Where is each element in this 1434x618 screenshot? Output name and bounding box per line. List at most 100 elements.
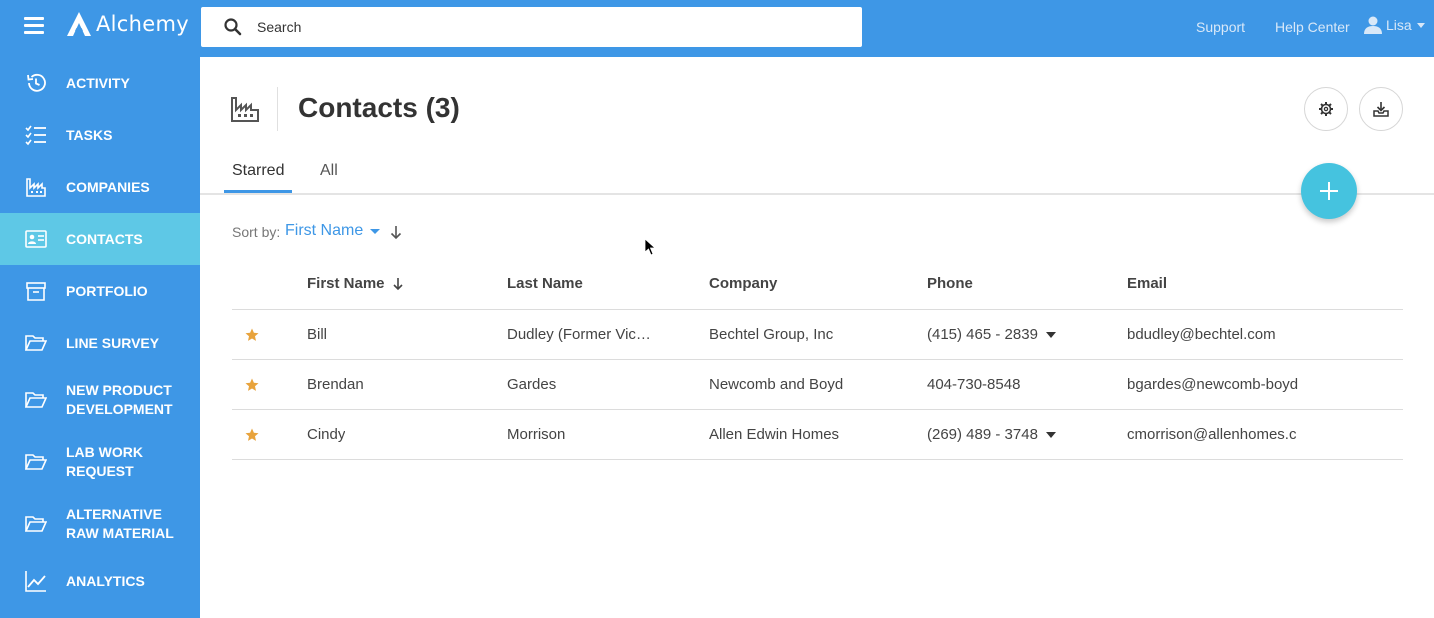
archive-box-icon [26,282,46,301]
factory-icon [26,178,46,197]
cell-email: bdudley@bechtel.com [1127,326,1276,343]
star-icon[interactable] [245,378,259,392]
folder-open-icon [25,335,47,351]
sort-descending-icon [392,277,403,290]
sidebar-item-companies[interactable]: COMPANIES [0,161,200,213]
column-header-label: Phone [927,275,973,292]
search-input[interactable] [257,17,847,37]
tabs-divider [200,193,1434,195]
user-avatar-icon [1364,16,1382,34]
sidebar-item-contacts[interactable]: CONTACTS [0,213,200,265]
cell-phone: (415) 465 - 2839 [927,326,1056,343]
table-row[interactable]: Brendan Gardes Newcomb and Boyd 404-730-… [232,360,1403,410]
sidebar-item-label: ANALYTICS [66,573,145,589]
search-bar[interactable] [201,7,862,47]
folder-open-icon [25,516,47,532]
sort-label: Sort by: [232,224,281,240]
mouse-pointer-icon [644,238,656,256]
cell-last-name: Morrison [507,426,566,443]
cell-company: Bechtel Group, Inc [709,326,834,343]
column-header-label: Last Name [507,275,583,292]
top-bar: Alchemy Support Help Center Lisa [0,0,1434,57]
cell-first-name: Bill [307,326,328,343]
history-icon [27,73,46,92]
sort-field-dropdown[interactable]: First Name [285,222,381,240]
sort-direction-arrow-icon[interactable] [389,224,403,240]
sidebar-item-label: COMPANIES [66,179,150,195]
settings-button[interactable] [1304,87,1348,131]
column-header-first-name[interactable]: First Name [307,275,404,292]
tab-starred[interactable]: Starred [232,162,284,180]
hamburger-menu-icon[interactable] [24,17,44,35]
sidebar-item-portfolio[interactable]: PORTFOLIO [0,265,200,317]
add-contact-button[interactable] [1301,163,1357,219]
download-tray-icon [1373,102,1389,117]
column-header-phone[interactable]: Phone [927,275,973,292]
title-divider [277,87,278,131]
trend-chart-icon [25,571,46,592]
user-name: Lisa [1386,17,1412,33]
cell-company: Allen Edwin Homes [709,426,840,443]
column-header-company[interactable]: Company [709,275,777,292]
phone-number: (415) 465 - 2839 [927,326,1038,343]
app-logo[interactable]: Alchemy [66,11,189,37]
folder-open-icon [25,454,47,470]
column-header-label: Company [709,275,778,292]
sidebar-item-analytics[interactable]: ANALYTICS [0,555,200,607]
cell-first-name: Cindy [307,426,346,443]
sidebar-item-activity[interactable]: ACTIVITY [0,57,200,109]
table-row[interactable]: Cindy Morrison Allen Edwin Homes (269) 4… [232,410,1403,460]
sidebar-item-label: TASKS [66,127,113,143]
column-header-email[interactable]: Email [1127,275,1167,292]
cell-last-name: Gardes [507,376,557,393]
caret-down-icon[interactable] [1045,332,1056,339]
sidebar-item-new-product-development[interactable]: NEW PRODUCT DEVELOPMENT [0,369,200,431]
app-name: Alchemy [96,12,189,36]
column-header-label: First Name [307,275,385,292]
tab-all[interactable]: All [320,162,338,180]
sidebar-item-lab-work-request[interactable]: LAB WORK REQUEST [0,431,200,493]
star-icon[interactable] [245,328,259,342]
phone-number: 404-730-8548 [927,376,1021,393]
export-button[interactable] [1359,87,1403,131]
cell-email: bgardes@newcomb-boyd [1127,376,1299,393]
page-title: Contacts (3) [298,92,460,123]
alchemy-logo-icon [67,12,91,36]
sidebar-item-label: LINE SURVEY [66,335,160,351]
chevron-down-icon [1416,22,1425,28]
contact-card-icon [25,230,47,248]
cell-email: cmorrison@allenhomes.c [1127,426,1297,443]
column-header-last-name[interactable]: Last Name [507,275,583,292]
cell-phone: 404-730-8548 [927,376,1020,393]
sidebar-item-alternative-raw-material[interactable]: ALTERNATIVE RAW MATERIAL [0,493,200,555]
support-link[interactable]: Support [1196,19,1245,35]
gear-icon [1319,102,1333,116]
sidebar-item-label: CONTACTS [66,231,143,247]
sidebar-item-label: ACTIVITY [66,75,130,91]
checklist-icon [25,125,46,146]
cell-phone: (269) 489 - 3748 [927,426,1056,443]
sidebar-item-tasks[interactable]: TASKS [0,109,200,161]
caret-down-icon[interactable] [1045,432,1056,439]
user-menu[interactable]: Lisa [1363,15,1425,35]
column-header-label: Email [1127,275,1168,292]
search-icon [224,18,242,36]
star-icon[interactable] [245,428,259,442]
factory-icon [231,97,259,122]
sidebar-item-line-survey[interactable]: LINE SURVEY [0,317,200,369]
plus-icon [1320,182,1338,200]
sort-field-value: First Name [285,222,364,239]
folder-open-icon [25,392,47,408]
cell-first-name: Brendan [307,376,364,393]
cell-last-name: Dudley (Former Vic… [507,326,651,343]
sidebar-item-label: LAB WORK REQUEST [66,444,143,479]
sidebar-item-label: NEW PRODUCT DEVELOPMENT [66,382,173,417]
phone-number: (269) 489 - 3748 [927,426,1038,443]
sidebar-item-label: ALTERNATIVE RAW MATERIAL [66,506,174,541]
cell-company: Newcomb and Boyd [709,376,844,393]
table-row[interactable]: Bill Dudley (Former Vic… Bechtel Group, … [232,310,1403,360]
chevron-down-icon [370,228,381,234]
sidebar-item-label: PORTFOLIO [66,283,148,299]
sidebar: ACTIVITY TASKS COMPANIES CONTACTS PORTFO… [0,57,200,618]
help-center-link[interactable]: Help Center [1275,19,1350,35]
